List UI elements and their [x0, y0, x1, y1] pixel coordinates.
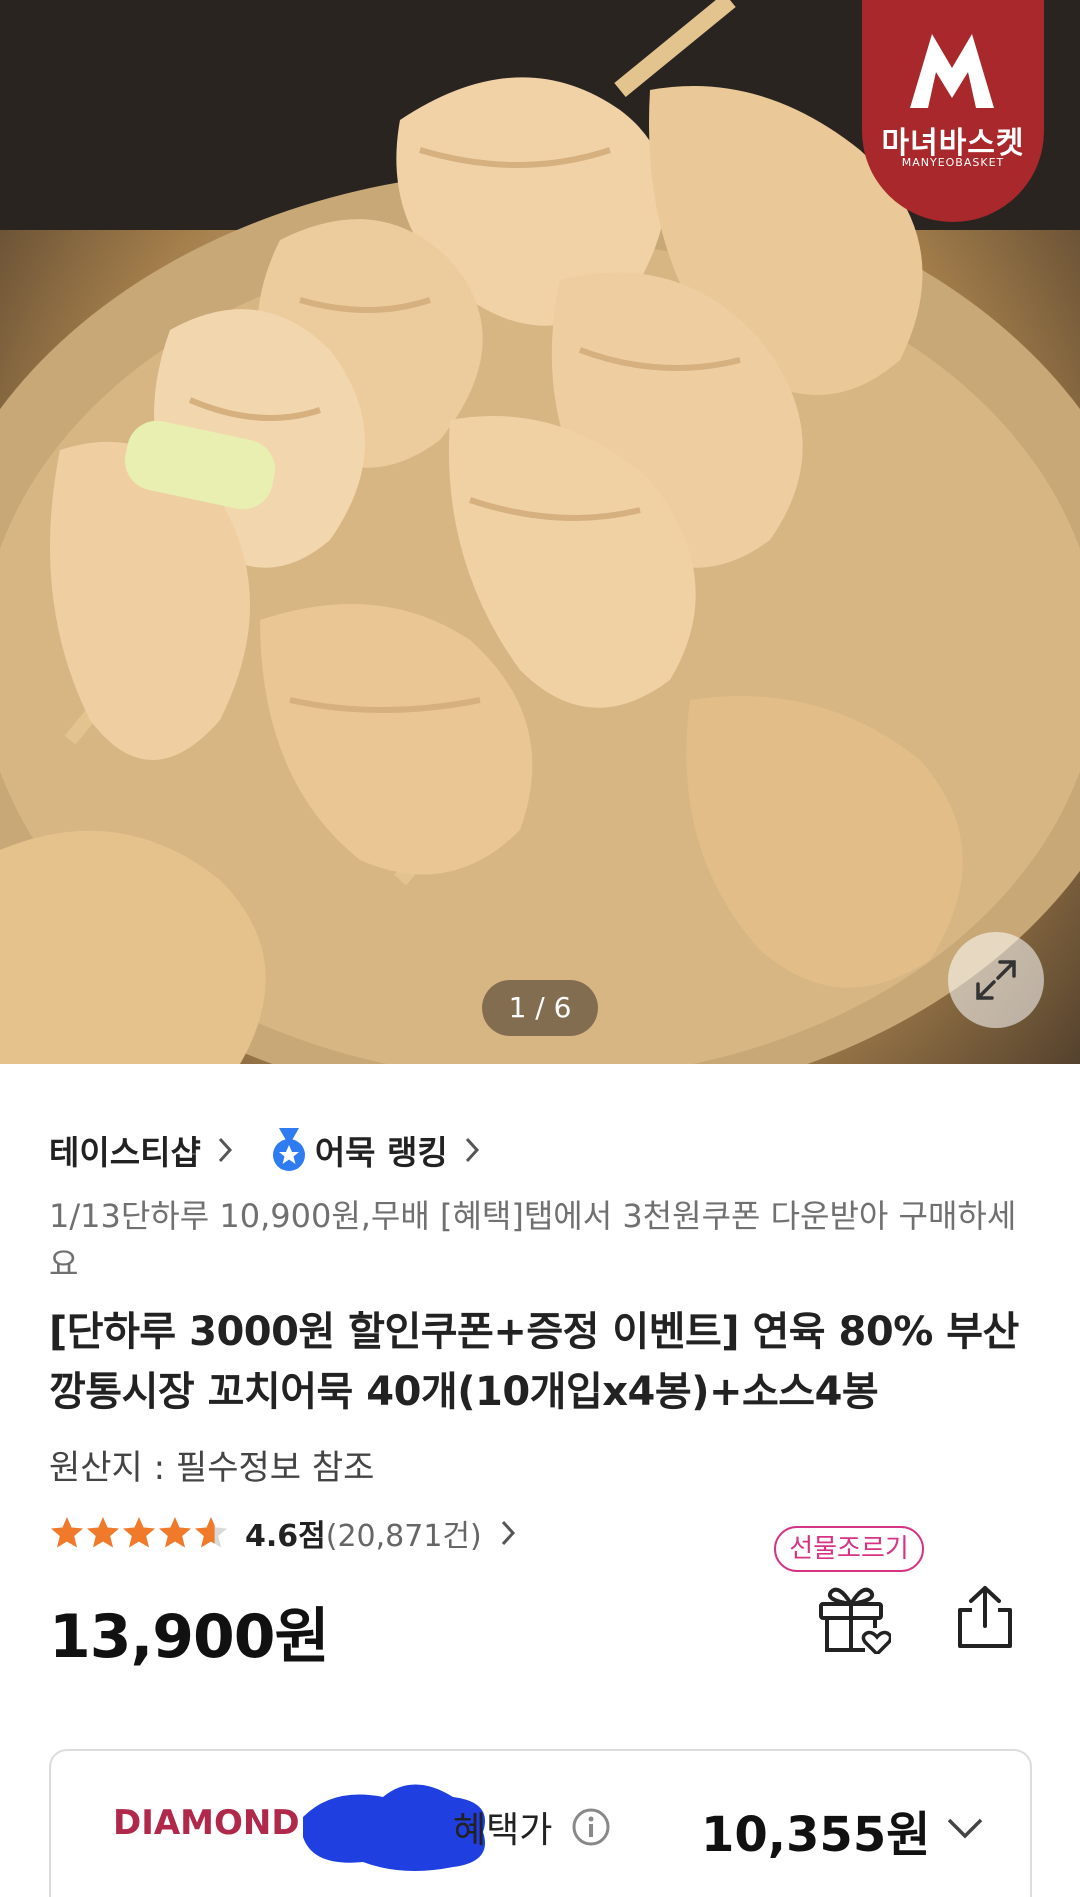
chevron-right-icon: [218, 1137, 232, 1163]
star-icon: [87, 1517, 119, 1548]
image-pager: 1 / 6: [482, 980, 598, 1036]
breadcrumb: 테이스티샵 어묵 랭킹: [49, 1125, 516, 1175]
origin-info: 원산지 : 필수정보 참조: [49, 1448, 375, 1488]
gift-request-tag[interactable]: 선물조르기: [774, 1526, 924, 1572]
product-price: 13,900원: [49, 1602, 330, 1672]
gift-icon[interactable]: [815, 1582, 891, 1654]
share-icon[interactable]: [954, 1584, 1016, 1650]
info-icon[interactable]: [571, 1807, 611, 1847]
benefit-price-label: 혜택가: [453, 1810, 553, 1851]
rating-score: 4.6점: [245, 1519, 326, 1554]
rating-row[interactable]: 4.6점 (20,871건): [49, 1508, 518, 1558]
chevron-down-icon[interactable]: [945, 1815, 985, 1841]
brand-badge: 마녀바스켓 MANYEOBASKET: [862, 0, 1044, 222]
benefit-price-box[interactable]: DIAMOND 혜택가 10,355원: [49, 1749, 1032, 1897]
promo-text: 1/13단하루 10,900원,무배 [혜택]탭에서 3천원쿠폰 다운받아 구매…: [49, 1197, 1017, 1283]
expand-image-button[interactable]: [948, 932, 1044, 1028]
product-image-carousel[interactable]: 마녀바스켓 MANYEOBASKET 1 / 6: [0, 0, 1080, 1064]
product-title: [단하루 3000원 할인쿠폰+증정 이벤트] 연육 80% 부산깡통시장 꼬치…: [49, 1309, 1019, 1415]
seller-link[interactable]: 테이스티샵: [49, 1126, 201, 1174]
rating-stars: [49, 1515, 229, 1551]
star-icon: [159, 1517, 191, 1548]
medal-icon: [272, 1128, 305, 1171]
expand-icon: [976, 960, 1016, 1000]
chevron-right-icon: [465, 1137, 479, 1163]
ranking-link[interactable]: 어묵 랭킹: [315, 1126, 448, 1174]
star-icon: [195, 1517, 227, 1548]
chevron-right-icon: [501, 1520, 515, 1546]
brand-name-en: MANYEOBASKET: [901, 156, 1005, 169]
review-count: (20,871건): [325, 1519, 482, 1554]
brand-logo-icon: [910, 34, 994, 108]
star-icon: [51, 1517, 83, 1548]
star-icon: [123, 1517, 155, 1548]
benefit-price: 10,355원: [701, 1807, 931, 1863]
membership-grade: DIAMOND: [113, 1803, 300, 1843]
